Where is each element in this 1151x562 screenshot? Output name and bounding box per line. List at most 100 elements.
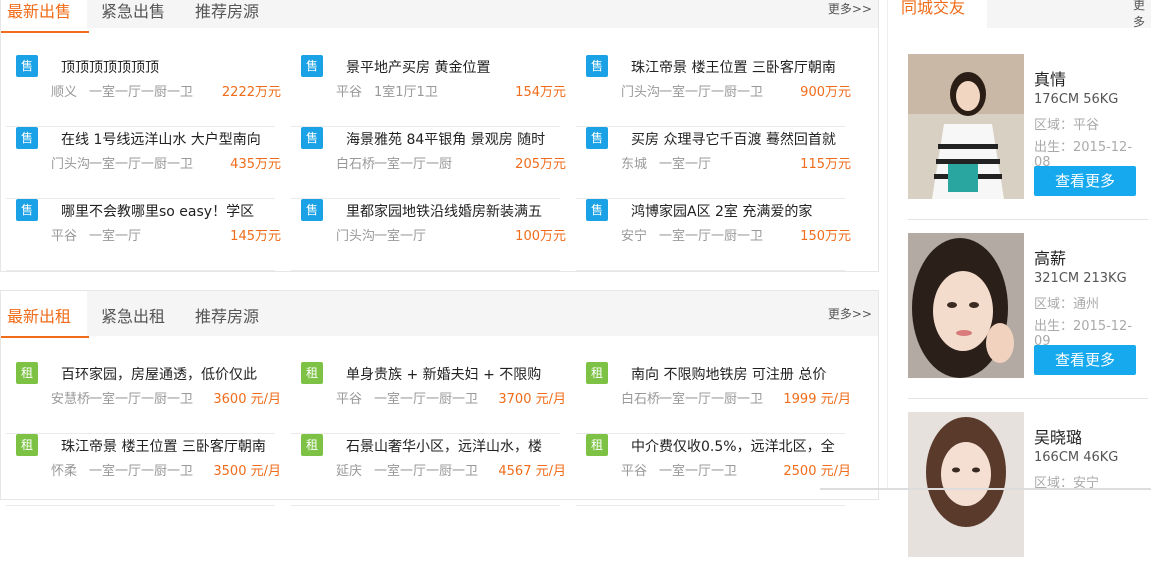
profile-area: 区域：通州 [1034, 297, 1100, 312]
listing-item[interactable]: 租珠江帝景 楼王位置 三卧客厅朝南 怀柔 一室一厅一厨一卫 3500 元/月 [6, 434, 281, 506]
listing-price: 4567 元/月 [498, 464, 566, 479]
listing-title[interactable]: 里都家园地铁沿线婚房新装满五 [346, 201, 576, 221]
listing-layout: 一室一厅 [89, 229, 142, 244]
view-more-button[interactable]: 查看更多 [1034, 166, 1136, 196]
listing-price: 115万元 [800, 157, 851, 172]
listing-badge: 售 [301, 199, 323, 221]
listing-item[interactable]: 售顶顶顶顶顶顶顶 顺义 一室一厅一厨一卫 2222万元 [6, 55, 281, 127]
tab-latest-rent[interactable]: 最新出租 [0, 303, 90, 338]
listing-price: 3600 元/月 [213, 392, 281, 407]
listing-location: 延庆 [336, 464, 363, 479]
listing-item[interactable]: 售买房 众理寻它千百渡 蓦然回首就 东城 一室一厅 115万元 [576, 127, 851, 199]
listing-badge: 售 [16, 199, 38, 221]
listing-badge: 租 [586, 362, 608, 384]
view-more-button[interactable]: 查看更多 [1034, 345, 1136, 375]
listing-badge: 售 [16, 55, 38, 77]
listing-badge: 售 [301, 55, 323, 77]
listing-title[interactable]: 在线 1号线远洋山水 大户型南向 [61, 129, 291, 149]
listing-badge: 售 [586, 199, 608, 221]
listing-price: 3500 元/月 [213, 464, 281, 479]
listing-layout: 一室一厅 [374, 229, 427, 244]
profile-area: 区域：平谷 [1034, 118, 1100, 133]
listing-price: 435万元 [230, 157, 281, 172]
listing-layout: 一室一厅 [659, 157, 712, 172]
listing-title[interactable]: 顶顶顶顶顶顶顶 [61, 57, 291, 77]
listing-location: 顺义 [51, 85, 78, 100]
listing-item[interactable]: 售海景雅苑 84平银角 景观房 随时 白石桥 一室一厅一厨 205万元 [291, 127, 566, 199]
listing-location: 平谷 [51, 229, 78, 244]
divider [908, 398, 1148, 399]
tab-recommended-rent[interactable]: 推荐房源 [195, 303, 259, 327]
profile-stats: 166CM 46KG [1034, 450, 1119, 465]
profile-name: 真情 [1034, 70, 1067, 89]
profile-name: 高薪 [1034, 249, 1067, 268]
listing-item[interactable]: 租石景山奢华小区，远洋山水，楼 延庆 一室一厅一厨一卫 4567 元/月 [291, 434, 566, 506]
listing-layout: 一室一厅一卫 [659, 464, 738, 479]
profile-card[interactable]: 高薪 321CM 213KG 区域：通州 出生：2015-12-09 查看更多 [908, 233, 1148, 399]
rent-tabbar: 最新出租 紧急出租 推荐房源 更多>> [0, 291, 878, 338]
listing-layout: 一室一厅一厨一卫 [89, 157, 194, 172]
listing-title[interactable]: 哪里不会教哪里so easy！学区 [61, 201, 291, 221]
sale-more-link[interactable]: 更多>> [828, 0, 872, 17]
listing-item[interactable]: 租南向 不限购地铁房 可注册 总价 白石桥 一室一厅一厨一卫 1999 元/月 [576, 362, 851, 434]
tab-recommended-sale[interactable]: 推荐房源 [195, 0, 259, 22]
listing-title[interactable]: 单身贵族 + 新婚夫妇 + 不限购 [346, 364, 576, 384]
listing-title[interactable]: 百环家园，房屋通透，低价仅此 [61, 364, 291, 384]
listing-price: 100万元 [515, 229, 566, 244]
listing-title[interactable]: 海景雅苑 84平银角 景观房 随时 [346, 129, 576, 149]
listing-item[interactable]: 售里都家园地铁沿线婚房新装满五 门头沟 一室一厅 100万元 [291, 199, 566, 271]
listing-title[interactable]: 珠江帝景 楼王位置 三卧客厅朝南 [61, 436, 291, 456]
listing-layout: 一室一厅一厨一卫 [659, 85, 764, 100]
profile-card[interactable]: 真情 176CM 56KG 区域：平谷 出生：2015-12-08 查看更多 [908, 54, 1148, 220]
listing-layout: 1室1厅1卫 [374, 85, 438, 100]
tab-urgent-rent[interactable]: 紧急出租 [101, 303, 165, 327]
profile-card[interactable]: 吴晓璐 166CM 46KG 区域：安宁 [908, 412, 1148, 562]
listing-item[interactable]: 售珠江帝景 楼王位置 三卧客厅朝南 门头沟 一室一厅一厨一卫 900万元 [576, 55, 851, 127]
listing-layout: 一室一厅一厨一卫 [659, 229, 764, 244]
listing-title[interactable]: 买房 众理寻它千百渡 蓦然回首就 [631, 129, 861, 149]
row-divider [576, 270, 845, 271]
listing-title[interactable]: 珠江帝景 楼王位置 三卧客厅朝南 [631, 57, 861, 77]
listing-item[interactable]: 租中介费仅收0.5%，远洋北区，全 平谷 一室一厅一卫 2500 元/月 [576, 434, 851, 506]
listing-location: 安慧桥 [51, 392, 91, 407]
divider [908, 219, 1148, 220]
listing-title[interactable]: 景平地产买房 黄金位置 [346, 57, 576, 77]
profile-stats: 321CM 213KG [1034, 271, 1127, 286]
profile-photo[interactable] [908, 412, 1024, 557]
listing-item[interactable]: 租单身贵族 + 新婚夫妇 + 不限购 平谷 一室一厅一厨一卫 3700 元/月 [291, 362, 566, 434]
rent-more-link[interactable]: 更多>> [828, 305, 872, 322]
sale-tabbar: 最新出售 紧急出售 推荐房源 更多>> [0, 0, 878, 33]
listing-title[interactable]: 中介费仅收0.5%，远洋北区，全 [631, 436, 861, 456]
listing-item[interactable]: 售鸿博家园A区 2室 充满爱的家 安宁 一室一厅一厨一卫 150万元 [576, 199, 851, 271]
profile-photo[interactable] [908, 54, 1024, 199]
tab-latest-sale[interactable]: 最新出售 [0, 0, 90, 33]
listing-price: 145万元 [230, 229, 281, 244]
dating-sidebar: 同城交友 更多 真情 176CM 56KG 区域：平谷 出生：2015-12-0… [893, 0, 1151, 557]
listing-item[interactable]: 售在线 1号线远洋山水 大户型南向 门头沟 一室一厅一厨一卫 435万元 [6, 127, 281, 199]
listing-badge: 售 [586, 127, 608, 149]
listing-layout: 一室一厅一厨 [374, 157, 453, 172]
listing-badge: 租 [586, 434, 608, 456]
listing-badge: 租 [16, 434, 38, 456]
profile-birth: 出生：2015-12-09 [1034, 319, 1133, 349]
listing-item[interactable]: 租百环家园，房屋通透，低价仅此 安慧桥 一室一厅一厨一卫 3600 元/月 [6, 362, 281, 434]
row-divider [6, 505, 275, 506]
tab-local-dating[interactable]: 同城交友 [901, 0, 965, 18]
listing-layout: 一室一厅一厨一卫 [659, 392, 764, 407]
listing-price: 154万元 [515, 85, 566, 100]
listing-layout: 一室一厅一厨一卫 [374, 464, 479, 479]
listing-location: 东城 [621, 157, 648, 172]
listing-title[interactable]: 鸿博家园A区 2室 充满爱的家 [631, 201, 861, 221]
listing-location: 门头沟 [336, 229, 376, 244]
dating-more-link[interactable]: 更多 [1133, 0, 1151, 30]
listing-title[interactable]: 南向 不限购地铁房 可注册 总价 [631, 364, 861, 384]
listing-price: 3700 元/月 [498, 392, 566, 407]
tab-urgent-sale[interactable]: 紧急出售 [101, 0, 165, 22]
listing-layout: 一室一厅一厨一卫 [374, 392, 479, 407]
listing-item[interactable]: 售景平地产买房 黄金位置 平谷 1室1厅1卫 154万元 [291, 55, 566, 127]
listing-location: 怀柔 [51, 464, 78, 479]
listing-item[interactable]: 售哪里不会教哪里so easy！学区 平谷 一室一厅 145万元 [6, 199, 281, 271]
column-divider [887, 0, 888, 490]
listing-title[interactable]: 石景山奢华小区，远洋山水，楼 [346, 436, 576, 456]
profile-photo[interactable] [908, 233, 1024, 378]
